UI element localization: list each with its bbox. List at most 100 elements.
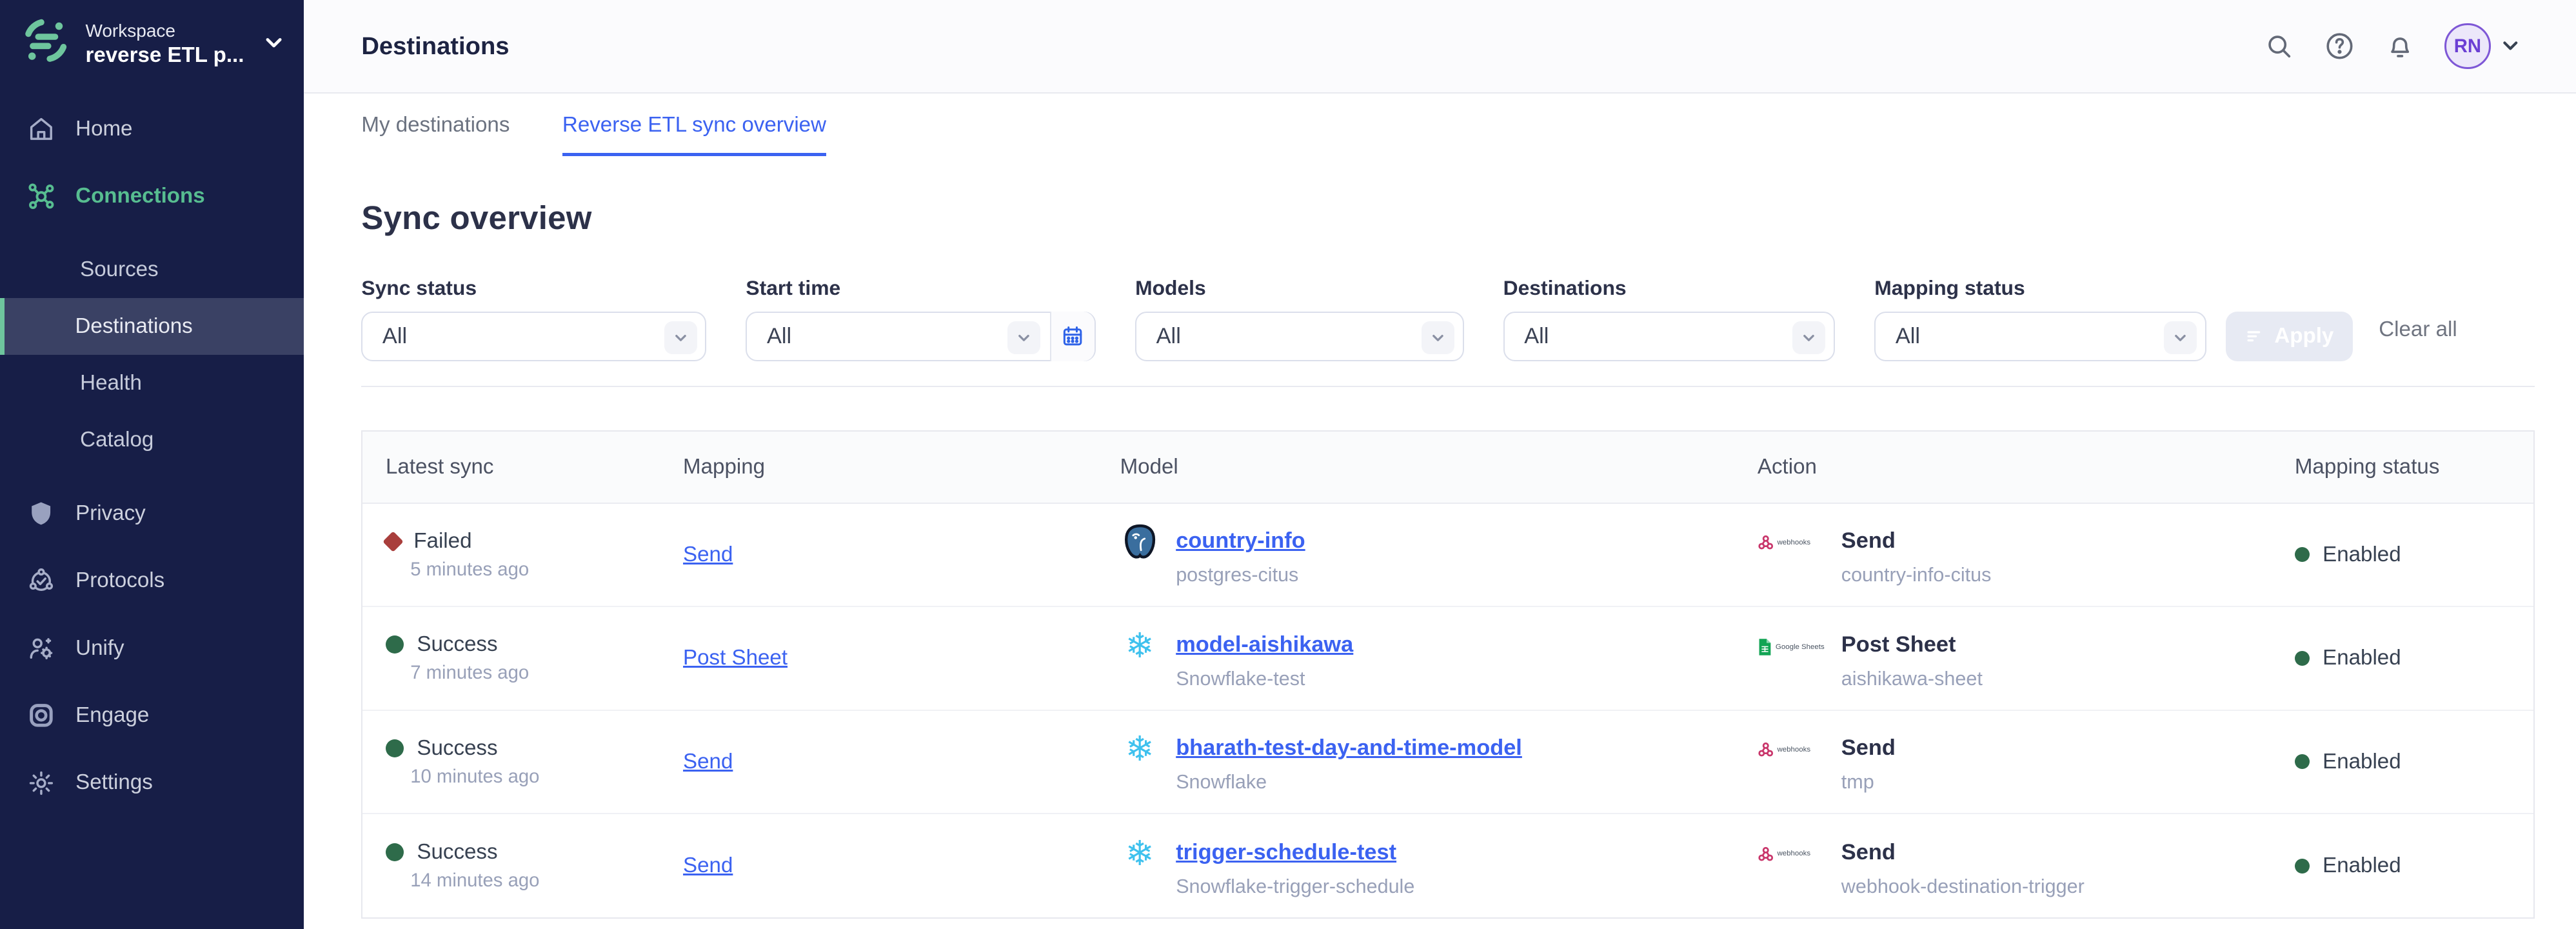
success-status-icon <box>386 635 404 654</box>
sidebar-item-catalog[interactable]: Catalog <box>0 412 304 468</box>
select-value: All <box>382 324 407 349</box>
model-link[interactable]: trigger-schedule-test <box>1176 840 1396 864</box>
enabled-dot <box>2295 651 2310 666</box>
mapping-link[interactable]: Send <box>683 854 733 877</box>
sync-status-label: Success <box>417 632 497 657</box>
action-name: Send <box>1841 834 2085 870</box>
mapping-link[interactable]: Send <box>683 750 733 774</box>
section-heading: Sync overview <box>361 199 2535 237</box>
shield-icon <box>26 499 56 528</box>
gear-icon <box>26 768 56 798</box>
chevron-down-icon <box>1792 321 1825 354</box>
model-link[interactable]: country-info <box>1176 528 1305 553</box>
snowflake-icon: ❄ <box>1120 730 1160 769</box>
filters-divider <box>361 386 2535 388</box>
action-cell: webhooks Send webhook-destination-trigge… <box>1758 834 2295 898</box>
action-destination-label: tmp <box>1841 771 1896 794</box>
home-icon <box>26 114 56 144</box>
action-cell: webhooks Send tmp <box>1758 730 2295 794</box>
sync-time: 7 minutes ago <box>410 662 683 684</box>
model-link[interactable]: bharath-test-day-and-time-model <box>1176 735 1522 760</box>
success-status-icon <box>386 739 404 757</box>
filters-row: Sync status All Start time All <box>361 276 2535 361</box>
avatar[interactable]: RN <box>2444 23 2490 69</box>
sidebar-item-destinations[interactable]: Destinations <box>0 298 304 355</box>
chevron-down-icon <box>1422 321 1454 354</box>
sidebar-item-home[interactable]: Home <box>0 95 304 163</box>
column-header-model: Model <box>1120 455 1758 479</box>
unify-icon <box>26 634 56 663</box>
action-name: Post Sheet <box>1841 626 1983 663</box>
column-header-mapping: Mapping <box>683 455 1120 479</box>
models-select[interactable]: All <box>1135 312 1463 361</box>
sidebar-item-protocols[interactable]: Protocols <box>0 547 304 614</box>
engage-icon <box>26 701 56 730</box>
action-cell: Google Sheets Post Sheet aishikawa-sheet <box>1758 626 2295 690</box>
help-icon[interactable] <box>2323 30 2356 63</box>
sidebar-item-unify[interactable]: Unify <box>0 614 304 681</box>
select-value: All <box>767 324 791 349</box>
sync-status-select[interactable]: All <box>361 312 706 361</box>
notifications-bell-icon[interactable] <box>2384 30 2417 63</box>
sidebar-nav: Home Connections Sources Destinations <box>0 95 304 817</box>
action-destination-label: aishikawa-sheet <box>1841 668 1983 690</box>
tab-my-destinations[interactable]: My destinations <box>361 94 510 156</box>
select-value: All <box>1156 324 1181 349</box>
user-menu[interactable]: RN <box>2444 23 2520 69</box>
sidebar-item-connections[interactable]: Connections <box>0 163 304 230</box>
action-name: Send <box>1841 523 1992 559</box>
sidebar-item-label: Health <box>80 371 142 395</box>
workspace-name: reverse ETL p... <box>85 43 248 69</box>
model-link[interactable]: model-aishikawa <box>1176 632 1353 657</box>
tab-reverse-etl-sync-overview[interactable]: Reverse ETL sync overview <box>562 94 826 156</box>
model-cell: ❄ bharath-test-day-and-time-model Snowfl… <box>1120 730 1758 794</box>
tab-bar: My destinations Reverse ETL sync overvie… <box>304 94 2576 156</box>
google-sheets-logo: Google Sheets <box>1758 638 1827 656</box>
mapping-status-cell: Enabled <box>2295 750 2534 774</box>
filter-label-start-time: Start time <box>746 276 1096 300</box>
chevron-down-icon <box>2164 321 2197 354</box>
protocols-icon <box>26 566 56 595</box>
sidebar-item-settings[interactable]: Settings <box>0 749 304 816</box>
mapping-status-label: Enabled <box>2323 543 2401 567</box>
calendar-icon[interactable] <box>1050 312 1095 362</box>
sidebar-item-sources[interactable]: Sources <box>0 241 304 298</box>
mapping-status-select[interactable]: All <box>1874 312 2206 361</box>
app-window: Workspace reverse ETL p... Home <box>0 0 2576 929</box>
sidebar-item-engage[interactable]: Engage <box>0 682 304 749</box>
start-time-select[interactable]: All <box>746 312 1096 361</box>
sidebar-item-health[interactable]: Health <box>0 355 304 412</box>
snowflake-icon: ❄ <box>1120 834 1160 874</box>
workspace-chevron-down-icon <box>263 29 284 59</box>
user-menu-chevron-down-icon <box>2501 31 2521 61</box>
filter-icon <box>2245 326 2265 346</box>
postgresql-icon <box>1120 523 1160 562</box>
sidebar-item-label: Protocols <box>75 568 164 593</box>
filter-label-sync-status: Sync status <box>361 276 706 300</box>
table-body: Failed 5 minutes ago Send country-info p… <box>362 504 2533 918</box>
search-icon[interactable] <box>2263 30 2295 63</box>
sync-time: 5 minutes ago <box>410 559 683 581</box>
mapping-cell: Send <box>683 854 1120 878</box>
filter-label-models: Models <box>1135 276 1463 300</box>
model-source-label: Snowflake-test <box>1176 668 1353 690</box>
mapping-link[interactable]: Post Sheet <box>683 646 788 670</box>
apply-button[interactable]: Apply <box>2226 312 2352 361</box>
mapping-cell: Post Sheet <box>683 646 1120 670</box>
mapping-status-cell: Enabled <box>2295 646 2534 670</box>
sync-time: 10 minutes ago <box>410 766 683 788</box>
sidebar-item-label: Catalog <box>80 428 154 452</box>
topbar: Destinations <box>304 0 2576 94</box>
action-name: Send <box>1841 730 1896 766</box>
chevron-down-icon <box>664 321 697 354</box>
table-row: Failed 5 minutes ago Send country-info p… <box>362 504 2533 607</box>
mapping-status-cell: Enabled <box>2295 854 2534 878</box>
destinations-select[interactable]: All <box>1503 312 1836 361</box>
webhooks-logo: webhooks <box>1758 846 1827 862</box>
column-header-latest-sync: Latest sync <box>386 455 683 479</box>
sidebar-item-label: Engage <box>75 703 149 728</box>
mapping-link[interactable]: Send <box>683 543 733 566</box>
workspace-selector[interactable]: Workspace reverse ETL p... <box>0 0 304 85</box>
sidebar-item-privacy[interactable]: Privacy <box>0 480 304 547</box>
clear-all-link[interactable]: Clear all <box>2379 312 2457 361</box>
